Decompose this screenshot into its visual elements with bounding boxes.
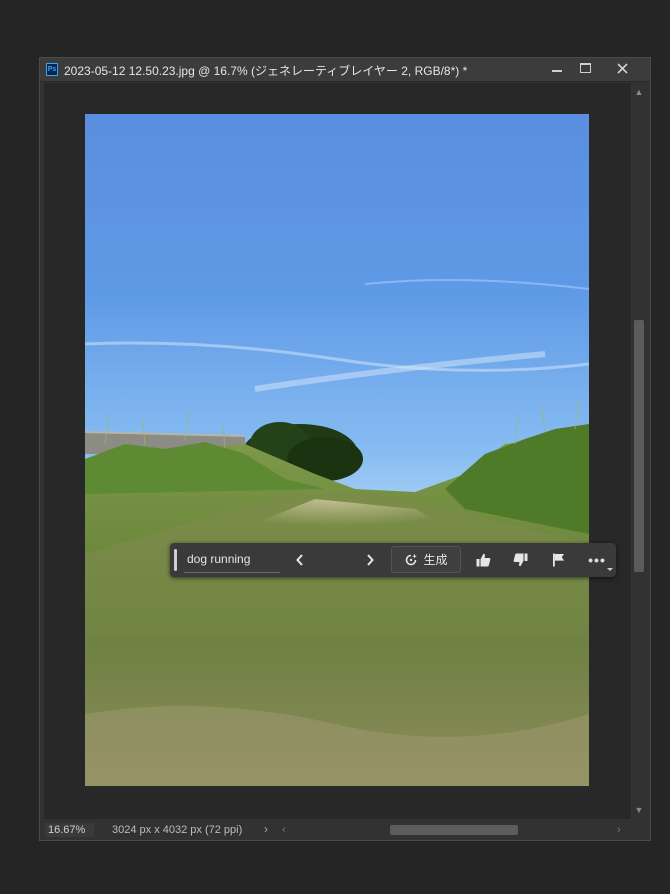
prompt-input[interactable]: dog running bbox=[187, 552, 250, 566]
document-title: 2023-05-12 12.50.23.jpg @ 16.7% (ジェネレーティ… bbox=[64, 64, 468, 78]
dislike-button[interactable] bbox=[509, 550, 531, 570]
generative-sparkle-icon bbox=[406, 553, 418, 565]
more-horizontal-icon: ••• bbox=[588, 552, 606, 568]
horizontal-scroll-thumb[interactable] bbox=[390, 825, 518, 835]
document-info: 3024 px x 4032 px (72 ppi) bbox=[112, 824, 243, 836]
scroll-right-icon[interactable]: › bbox=[617, 822, 621, 838]
status-menu-chevron-icon[interactable]: › bbox=[264, 822, 268, 836]
document-window: Ps 2023-05-12 12.50.23.jpg @ 16.7% (ジェネレ… bbox=[39, 57, 651, 841]
more-options-button[interactable]: ••• bbox=[586, 550, 608, 570]
chevron-right-icon bbox=[367, 554, 374, 566]
document-image[interactable] bbox=[85, 114, 589, 786]
prompt-underline bbox=[184, 572, 280, 573]
horizontal-scrollbar[interactable]: ‹ › bbox=[280, 822, 630, 838]
previous-variation-button[interactable] bbox=[290, 550, 310, 570]
photoshop-app-icon: Ps bbox=[46, 63, 58, 76]
thumbs-up-icon bbox=[476, 553, 490, 567]
next-variation-button[interactable] bbox=[360, 550, 380, 570]
vertical-scroll-thumb[interactable] bbox=[634, 320, 644, 572]
chevron-left-icon bbox=[296, 554, 303, 566]
scroll-down-icon[interactable]: ▼ bbox=[631, 803, 647, 817]
contextual-task-bar: dog running 生成 ••• bbox=[170, 543, 616, 577]
maximize-icon bbox=[579, 63, 591, 73]
canvas-area[interactable] bbox=[44, 83, 631, 819]
scroll-up-icon[interactable]: ▲ bbox=[631, 85, 647, 99]
close-button[interactable] bbox=[607, 59, 637, 77]
flag-icon bbox=[552, 553, 564, 567]
minimize-button[interactable] bbox=[543, 59, 571, 77]
thumbs-down-icon bbox=[513, 553, 527, 567]
generate-label: 生成 bbox=[423, 553, 448, 567]
bar-options-caret-icon[interactable] bbox=[607, 568, 613, 571]
minimize-icon bbox=[552, 70, 562, 72]
status-bar: 16.67% 3024 px x 4032 px (72 ppi) › ‹ › bbox=[40, 820, 650, 840]
scroll-left-icon[interactable]: ‹ bbox=[282, 822, 286, 838]
maximize-button[interactable] bbox=[571, 59, 599, 77]
document-tab[interactable]: Ps 2023-05-12 12.50.23.jpg @ 16.7% (ジェネレ… bbox=[40, 58, 650, 82]
vertical-scrollbar[interactable]: ▲ ▼ bbox=[631, 83, 647, 820]
report-button[interactable] bbox=[547, 550, 569, 570]
drag-handle[interactable] bbox=[174, 549, 177, 571]
like-button[interactable] bbox=[472, 550, 494, 570]
generate-button[interactable]: 生成 bbox=[391, 546, 461, 573]
zoom-level-field[interactable]: 16.67% bbox=[45, 823, 94, 837]
close-icon bbox=[616, 62, 628, 74]
